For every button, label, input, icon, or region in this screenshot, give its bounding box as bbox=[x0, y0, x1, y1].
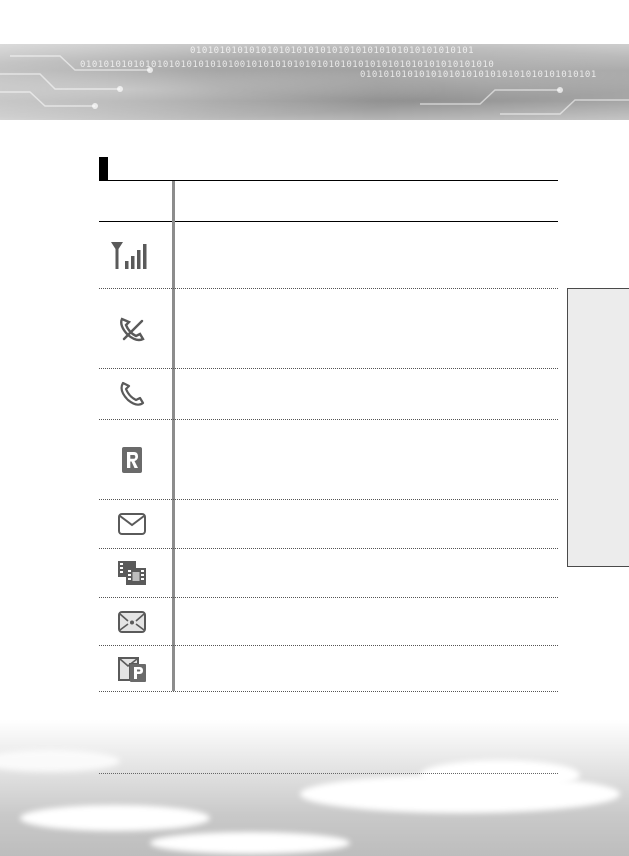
footer-clouds-graphic bbox=[0, 720, 629, 856]
footer-rule bbox=[99, 773, 558, 774]
table-row bbox=[104, 549, 160, 597]
row-separator bbox=[99, 691, 558, 692]
header-banner: 0101010101010101010101010101010101010101… bbox=[0, 44, 629, 120]
row-separator bbox=[99, 597, 558, 598]
row-separator bbox=[99, 645, 558, 646]
table-top-rule bbox=[99, 180, 558, 181]
table-row bbox=[104, 222, 160, 288]
new-email-icon bbox=[118, 610, 146, 633]
table-row bbox=[104, 598, 160, 645]
section-marker bbox=[99, 157, 108, 181]
new-multimedia-message-icon bbox=[118, 561, 146, 585]
table-column-divider bbox=[172, 181, 175, 691]
row-separator bbox=[99, 419, 558, 420]
signal-strength-icon bbox=[111, 242, 147, 269]
table-row bbox=[104, 646, 160, 691]
row-separator bbox=[99, 288, 558, 289]
no-service-icon bbox=[120, 316, 145, 341]
table-header-rule bbox=[99, 221, 558, 222]
row-separator bbox=[99, 499, 558, 500]
chapter-side-tab bbox=[567, 288, 629, 567]
row-separator bbox=[99, 368, 558, 369]
table-row bbox=[104, 420, 160, 499]
table-row bbox=[104, 289, 160, 368]
row-separator bbox=[99, 548, 558, 549]
table-row bbox=[104, 500, 160, 548]
new-message-icon bbox=[118, 513, 146, 535]
table-row bbox=[104, 369, 160, 419]
call-in-progress-icon bbox=[120, 381, 145, 406]
push-message-icon bbox=[118, 656, 146, 682]
roaming-icon bbox=[122, 446, 142, 473]
